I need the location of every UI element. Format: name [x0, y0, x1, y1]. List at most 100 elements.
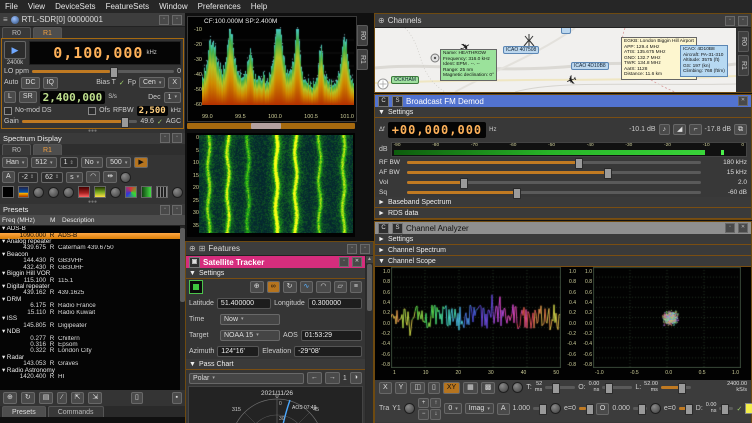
curve-icon[interactable]: ◠	[86, 171, 100, 183]
time-dropdown[interactable]: Now	[220, 314, 280, 325]
gain-slider[interactable]	[22, 120, 138, 123]
col-freq[interactable]: Freq (MHz)	[0, 217, 50, 224]
preset-row[interactable]: 1420.400RHI	[0, 374, 185, 380]
edit-satellites-icon[interactable]: ▱	[334, 281, 347, 293]
close-icon[interactable]: ✕	[738, 223, 748, 233]
latitude-field[interactable]: 51.400000	[217, 298, 271, 309]
feature-presets-icon[interactable]: ⊞	[199, 244, 206, 253]
audio-fade-icon[interactable]: ◢	[673, 124, 686, 136]
window-restore-icon[interactable]: ▫	[159, 15, 169, 25]
window-restore-icon[interactable]: ▫	[725, 223, 735, 233]
window-shade-icon[interactable]: ▫	[172, 15, 182, 25]
pass-chart-section[interactable]: ▼ Pass Chart	[186, 359, 365, 370]
rfbw-value[interactable]: 2,500	[137, 106, 168, 116]
waterfall-plot[interactable]: 05101520253035	[187, 133, 355, 237]
window-shade-icon[interactable]: ▫	[172, 205, 182, 215]
sample-rate-value[interactable]: 2,400,000	[40, 91, 106, 104]
channel-analyzer-titlebar[interactable]: C S Channel Analyzer ▫ ✕	[375, 222, 751, 234]
display-settings-icon[interactable]: ≡	[350, 281, 362, 293]
ofs-slider[interactable]	[633, 407, 647, 410]
trace-color-swatch[interactable]	[745, 403, 752, 414]
scope-xy-button[interactable]: XY	[443, 382, 460, 394]
tab-presets[interactable]: Presets	[2, 406, 46, 417]
colormap-icon[interactable]	[125, 186, 137, 198]
adsb-map[interactable]: ✈ ✈ ✈ ✈ ✈ ICAO 407508 ICAO 4D10B8	[375, 28, 736, 92]
cutoff-pill[interactable]	[561, 28, 571, 34]
autoscale-button[interactable]: A	[2, 171, 15, 183]
amp-fine-slider[interactable]	[579, 407, 593, 410]
units-dropdown[interactable]: s	[66, 172, 83, 183]
frequency-value[interactable]: 0,100,000	[53, 44, 143, 62]
agc-check-icon[interactable]: ✓	[157, 118, 163, 126]
sampling-mode-dropdown[interactable]: Cen	[139, 77, 165, 88]
knob-4[interactable]	[110, 187, 121, 198]
waterfall-canvas[interactable]	[199, 135, 353, 233]
window-restore-icon[interactable]: ▫	[339, 257, 349, 267]
grid-knob[interactable]	[498, 382, 509, 393]
histogram-toggle-icon[interactable]	[78, 186, 90, 198]
menu-item[interactable]: View	[28, 2, 45, 11]
delay-slider[interactable]	[719, 407, 733, 410]
max-hold-toggle-icon[interactable]	[94, 186, 106, 198]
stop-button[interactable]	[189, 280, 203, 294]
hamburger-icon[interactable]: ≡	[3, 15, 8, 24]
preset-delete-button[interactable]: ▯	[131, 392, 143, 404]
ofs-button[interactable]: O	[596, 403, 609, 415]
channels-titlebar[interactable]: ⊕ Channels ▫ ▫	[375, 14, 751, 28]
knob-1[interactable]	[33, 187, 44, 198]
scope-x-button[interactable]: X	[379, 382, 392, 394]
close-icon[interactable]: ✕	[738, 96, 748, 106]
iq-button[interactable]: IQ	[43, 77, 58, 89]
amp-knob[interactable]	[550, 403, 561, 414]
window-restore-icon[interactable]: ▫	[160, 205, 170, 215]
trace-intensity-icon[interactable]: ▩	[481, 382, 496, 394]
preset-update-button[interactable]: ↻	[21, 392, 35, 404]
channel-c-icon[interactable]: C	[378, 223, 389, 234]
avg-mode-dropdown[interactable]: No	[81, 157, 103, 168]
update-tles-icon[interactable]: ↻	[283, 281, 297, 293]
menu-item[interactable]: DeviceSets	[55, 2, 95, 11]
preset-add-button[interactable]: ⊕	[3, 392, 17, 404]
window-shade-icon[interactable]: ▫	[738, 16, 748, 26]
menu-item[interactable]: Help	[251, 2, 267, 11]
preset-row[interactable]: 0.322RLondon City	[0, 348, 185, 354]
frequency-dial[interactable]: 0,100,000 kHz	[29, 41, 181, 65]
side-tab-r1[interactable]: R1	[357, 49, 368, 70]
scope-vertical-icon[interactable]: ▯	[428, 382, 440, 394]
fft-window-dropdown[interactable]: Han	[2, 157, 28, 168]
track-target-icon[interactable]: ⊕	[250, 281, 264, 293]
fft-size-dropdown[interactable]: 512	[31, 157, 56, 168]
ref-level-spinner[interactable]: -2	[18, 172, 38, 183]
averaging-spinner[interactable]: 1	[60, 157, 78, 168]
rds-data-section[interactable]: ► RDS data	[375, 208, 751, 219]
channel-spectrum-section[interactable]: ► Channel Spectrum	[375, 245, 751, 256]
spectrum-play-button[interactable]: ▶	[134, 157, 147, 169]
menu-item[interactable]: Window	[159, 2, 187, 11]
side-tab-r0[interactable]: R0	[357, 25, 368, 46]
aircraft-callsign-pill[interactable]: ICAO 4D10B8	[571, 62, 609, 70]
tab-commands[interactable]: Commands	[48, 406, 104, 417]
preset-save-button[interactable]: ▤	[39, 392, 54, 404]
trace-down-button[interactable]: ↓	[430, 409, 441, 420]
color-black-button[interactable]	[2, 186, 14, 198]
scope-trace-canvas[interactable]	[391, 267, 561, 368]
knob-5[interactable]	[172, 187, 183, 198]
amp-auto-button[interactable]: A	[497, 403, 510, 415]
waterfall-toggle-icon[interactable]	[18, 186, 30, 198]
col-description[interactable]: Description	[62, 217, 185, 224]
preset-import-button[interactable]: ⇲	[88, 392, 102, 404]
preset-row[interactable]: 15.110RRadio Kuwait	[0, 310, 185, 316]
close-icon[interactable]: ✕	[352, 257, 362, 267]
trace-select-knob[interactable]	[404, 403, 415, 414]
col-m[interactable]: M	[50, 217, 62, 224]
satellite-tracker-titlebar[interactable]: ▣ Satellite Tracker ▫ ✕	[186, 256, 365, 268]
sq-slider[interactable]	[407, 191, 701, 194]
window-shade-icon[interactable]: ▫	[172, 133, 182, 143]
lock-button[interactable]: L	[4, 91, 16, 103]
analyzer-settings-section[interactable]: ► Settings	[375, 234, 751, 245]
sat-settings-section[interactable]: ▼ Settings	[186, 268, 365, 279]
baseband-spectrum-section[interactable]: ► Baseband Spectrum	[375, 197, 751, 208]
preset-edit-button[interactable]: ∕	[57, 392, 66, 404]
range-spinner[interactable]: 62	[41, 172, 63, 183]
dark-theme-icon[interactable]: ◑	[350, 372, 362, 384]
